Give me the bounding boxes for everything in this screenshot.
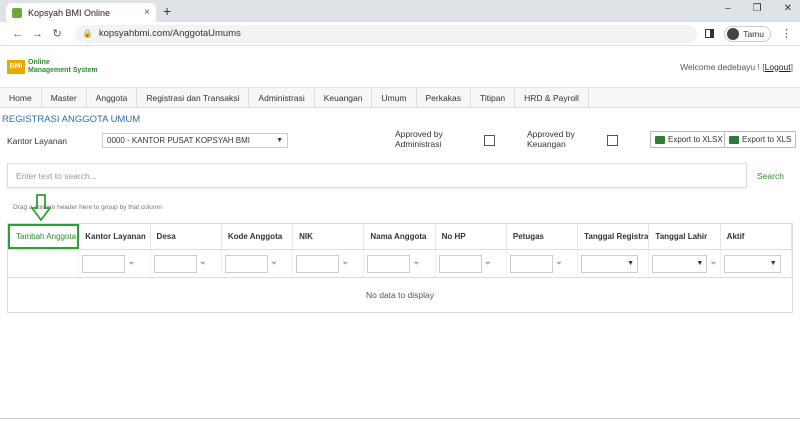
tab-title: Kopsyah BMI Online [28,7,111,18]
down-arrow-icon [31,194,51,222]
search-input[interactable]: Enter text to search... [7,163,747,188]
filter-icon[interactable]: ⏷ [128,259,134,269]
filter-icon[interactable]: ⏷ [342,259,348,269]
menu-titipan[interactable]: Titipan [471,88,516,107]
favicon-icon [12,7,22,18]
approved-keuangan-label: Approved by Keuangan [527,129,575,149]
filter-bar: Kantor Layanan 0000 - KANTOR PUSAT KOPSY… [0,129,800,159]
browser-tabbar: Kopsyah BMI Online × + – ❐ ✕ [0,0,800,22]
filter-icon[interactable]: ⏷ [271,259,277,269]
col-nama-anggota[interactable]: Nama Anggota [364,224,436,249]
profile-button[interactable]: Tamu [724,25,771,42]
main-menu: Home Master Anggota Registrasi dan Trans… [0,88,800,108]
menu-umum[interactable]: Umum [372,88,417,107]
col-aktif[interactable]: Aktif [721,224,792,249]
divider [0,418,800,419]
anggota-grid: Tambah Anggota Kantor Layanan Desa Kode … [7,223,793,313]
window-controls: – ❐ ✕ [725,3,792,14]
page-title: REGISTRASI ANGGOTA UMUM [2,114,141,125]
menu-registrasi[interactable]: Registrasi dan Transaksi [137,88,250,107]
minimize-icon[interactable]: – [725,3,731,14]
grid-filter-row: ⏷ ⏷ ⏷ ⏷ ⏷ ⏷ ⏷ ▼ ▼ ⏷ ▼ [8,250,792,278]
menu-perkakas[interactable]: Perkakas [417,88,471,107]
kantor-layanan-select[interactable]: 0000 - KANTOR PUSAT KOPSYAH BMI ▼ [102,133,288,148]
url-field[interactable]: 🔒 kopsyahbmi.com/AnggotaUmums [74,24,698,43]
logo-line1: Online [28,59,50,66]
col-no-hp[interactable]: No HP [436,224,507,249]
close-window-icon[interactable]: ✕ [784,3,792,14]
excel-icon [655,135,665,144]
side-panel-icon[interactable] [705,29,715,38]
menu-keuangan[interactable]: Keuangan [315,88,373,107]
approved-admin-checkbox[interactable] [484,135,495,146]
kantor-layanan-label: Kantor Layanan [7,136,68,146]
url-text: kopsyahbmi.com/AnggotaUmums [98,28,241,39]
filter-icon[interactable]: ⏷ [710,259,716,269]
col-tanggal-lahir[interactable]: Tanggal Lahir [649,224,721,249]
filter-icon[interactable]: ⏷ [485,259,491,269]
filter-input[interactable] [82,254,126,273]
chevron-down-icon: ▼ [276,137,283,144]
export-xlsx-button[interactable]: Export to XLSX [650,131,728,148]
filter-input[interactable] [296,254,339,273]
col-kode-anggota[interactable]: Kode Anggota [222,224,294,249]
col-petugas[interactable]: Petugas [507,224,579,249]
welcome-area: Welcome dedebayu ! [Logout] [680,61,793,72]
tab-close-icon[interactable]: × [144,7,150,18]
menu-home[interactable]: Home [0,88,42,107]
lock-icon: 🔒 [82,29,93,38]
forward-icon[interactable]: → [28,28,48,40]
reload-icon[interactable]: ↻ [47,27,67,40]
col-tanggal-registrasi[interactable]: Tanggal Registrasi [578,224,650,249]
filter-input[interactable] [153,254,197,273]
logo-mark-icon: BMI [7,59,25,74]
filter-input[interactable] [438,254,482,273]
filter-icon[interactable]: ⏷ [200,259,206,269]
maximize-icon[interactable]: ❐ [753,3,762,14]
excel-icon [729,135,739,144]
filter-icon[interactable]: ⏷ [556,259,562,269]
filter-dropdown[interactable]: ▼ [723,254,781,273]
export-xls-button[interactable]: Export to XLS [724,131,797,148]
grid-header-row: Tambah Anggota Kantor Layanan Desa Kode … [8,224,792,250]
filter-icon[interactable]: ⏷ [413,259,419,269]
kantor-layanan-value: 0000 - KANTOR PUSAT KOPSYAH BMI [107,136,251,145]
menu-hrd-payroll[interactable]: HRD & Payroll [515,88,589,107]
logo[interactable]: BMI Online Management System [7,59,98,74]
filter-dropdown[interactable]: ▼ [581,254,638,273]
no-data-message: No data to display [365,290,435,300]
filter-dropdown[interactable]: ▼ [652,254,708,273]
welcome-text: Welcome dedebayu ! [680,61,760,72]
approved-admin-label: Approved by Administrasi [395,129,443,149]
col-kantor-layanan[interactable]: Kantor Layanan [79,224,151,249]
filter-input[interactable] [224,254,268,273]
menu-administrasi[interactable]: Administrasi [249,88,315,107]
avatar-icon [727,27,740,40]
menu-anggota[interactable]: Anggota [87,88,138,107]
logout-link[interactable]: Logout [765,62,791,72]
col-nik[interactable]: NIK [293,224,365,249]
search-placeholder: Enter text to search... [16,170,97,181]
menu-master[interactable]: Master [42,88,87,107]
filter-input[interactable] [367,254,411,273]
app-header: BMI Online Management System Welcome ded… [0,46,800,88]
browser-menu-icon[interactable]: ⋮ [781,27,792,40]
logo-line2: Management System [28,66,98,74]
back-icon[interactable]: ← [8,28,28,40]
browser-tab[interactable]: Kopsyah BMI Online × [6,3,156,22]
approved-keuangan-checkbox[interactable] [607,135,618,146]
filter-input[interactable] [509,254,553,273]
address-bar-row: ← → ↻ 🔒 kopsyahbmi.com/AnggotaUmums Tamu… [0,22,800,46]
col-desa[interactable]: Desa [151,224,222,249]
search-button[interactable]: Search [757,171,784,181]
new-tab-button[interactable]: + [163,3,171,19]
profile-label: Tamu [743,28,764,39]
tambah-anggota-button[interactable]: Tambah Anggota [8,224,80,249]
